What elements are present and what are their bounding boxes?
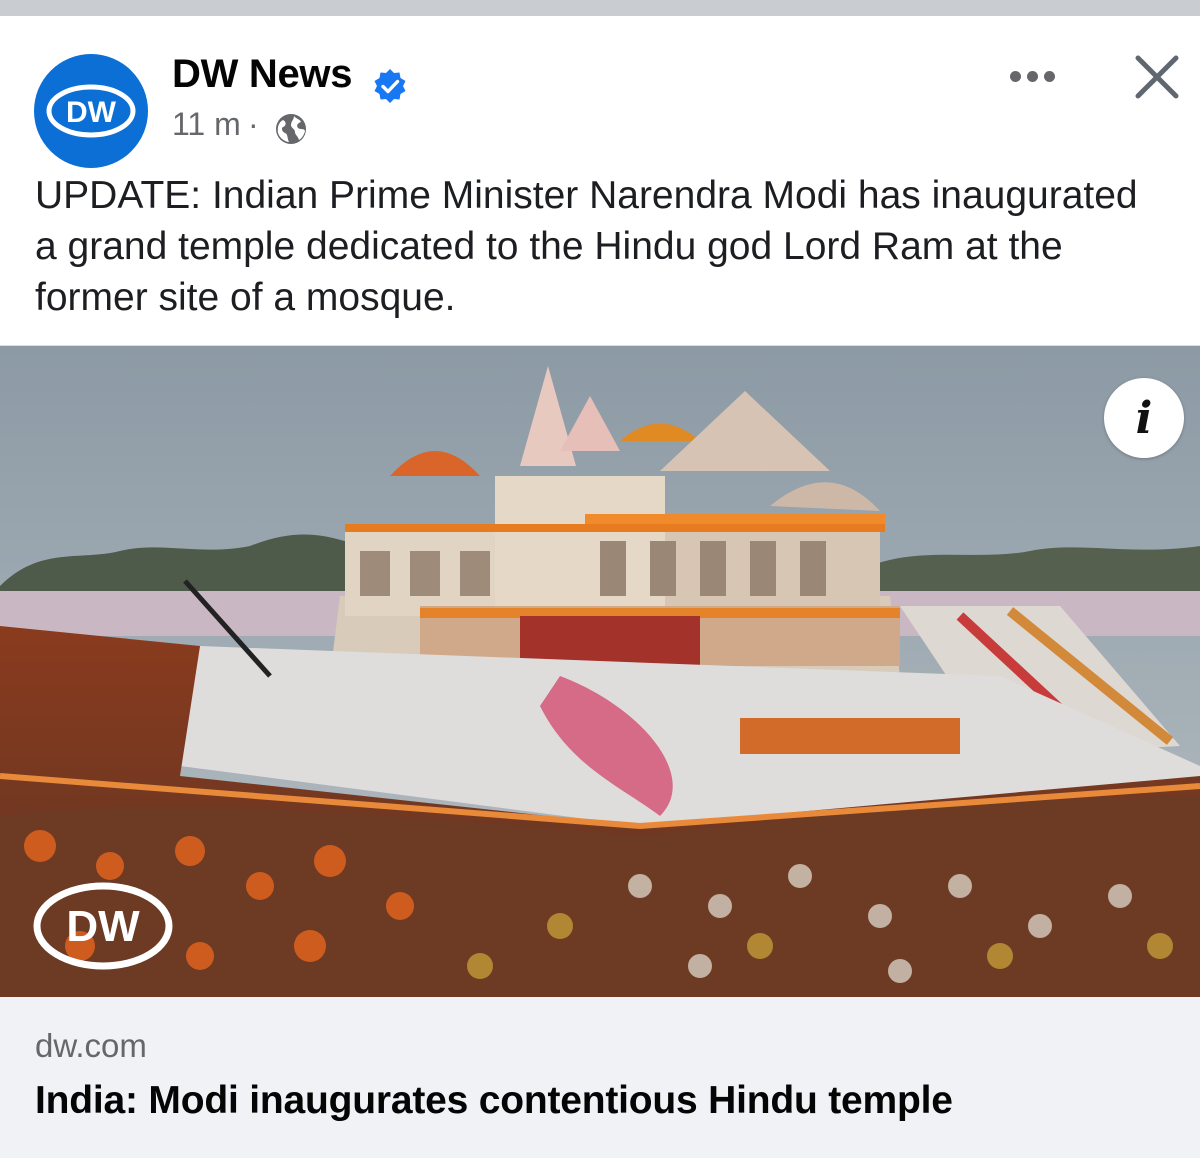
more-dots-icon	[1009, 70, 1021, 82]
link-title[interactable]: India: Modi inaugurates contentious Hind…	[35, 1079, 953, 1123]
link-domain: dw.com	[35, 1027, 147, 1064]
post-message: UPDATE: Indian Prime Minister Narendra M…	[35, 174, 1138, 319]
post-timestamp[interactable]: 11 m	[172, 106, 241, 143]
link-preview[interactable]: dw.com India: Modi inaugurates contentio…	[0, 997, 1200, 1158]
temple-photo	[0, 346, 1200, 998]
dw-logo-icon: DW	[46, 84, 136, 138]
verified-badge-icon	[374, 69, 406, 103]
page-avatar[interactable]: DW	[34, 54, 148, 168]
close-icon[interactable]	[1126, 46, 1188, 108]
top-divider	[0, 0, 1200, 16]
meta-separator: ·	[248, 106, 259, 142]
watermark-text: DW	[66, 902, 140, 951]
globe-icon	[276, 114, 306, 144]
more-options-button[interactable]	[1004, 56, 1060, 96]
dw-watermark-logo: DW	[33, 882, 173, 970]
info-button[interactable]: i	[1104, 378, 1184, 458]
post-image[interactable]	[0, 345, 1200, 998]
page-name-link[interactable]: DW News	[172, 52, 352, 97]
avatar-text: DW	[66, 96, 117, 129]
